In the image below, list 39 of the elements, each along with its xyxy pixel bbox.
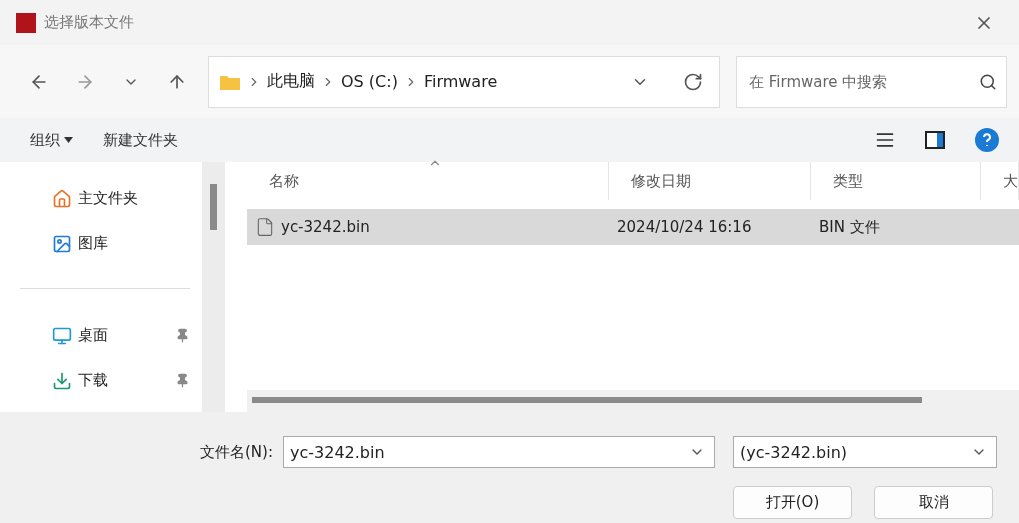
file-icon: [255, 217, 275, 237]
scrollbar-thumb[interactable]: [252, 397, 922, 403]
scrollbar-thumb[interactable]: [210, 184, 218, 230]
column-header[interactable]: 类型: [811, 162, 981, 200]
table-cell-text: BIN 文件: [818, 217, 881, 237]
breadcrumb-item[interactable]: Firmware: [423, 72, 498, 91]
file-type-dropdown[interactable]: (yc-3242.bin): [733, 436, 997, 468]
column-header[interactable]: 名称: [247, 162, 609, 200]
sidebar-item[interactable]: 主文件夹: [20, 176, 191, 221]
help-icon[interactable]: [975, 128, 999, 152]
dropdown-triangle-icon: [64, 137, 73, 143]
window-title: 选择版本文件: [44, 13, 135, 32]
filename-label: 文件名(N):: [200, 442, 273, 462]
dialog-button[interactable]: 取消: [874, 486, 993, 519]
preview-pane-icon[interactable]: [925, 131, 945, 149]
sidebar-item[interactable]: 下载: [20, 358, 191, 403]
command-button[interactable]: 新建文件夹: [103, 130, 178, 150]
breadcrumb-item[interactable]: OS (C:): [341, 72, 398, 91]
view-menu-icon[interactable]: [875, 130, 895, 150]
monitor-icon: [52, 325, 72, 346]
address-bar[interactable]: 此电脑 OS (C:) Firmware: [208, 55, 720, 108]
command-button[interactable]: 组织: [30, 130, 73, 150]
table-cell-text: 2024/10/24 16:16: [616, 218, 753, 236]
search-icon: [979, 72, 997, 91]
column-header[interactable]: 大: [981, 162, 1019, 200]
search-field[interactable]: 在 Firmware 中搜索: [736, 55, 1007, 108]
sidebar-item[interactable]: 桌面: [20, 313, 191, 358]
app-logo-icon: [16, 12, 36, 33]
image-icon: [52, 233, 72, 254]
refresh-icon[interactable]: [683, 71, 703, 92]
column-header[interactable]: 修改日期: [609, 162, 811, 200]
breadcrumb-item[interactable]: 此电脑: [267, 71, 315, 92]
file-name-cell: yc-3242.bin: [247, 217, 609, 237]
filename-field[interactable]: yc-3242.bin: [283, 436, 715, 468]
download-icon: [52, 370, 72, 391]
dialog-button[interactable]: 打开(O): [733, 486, 852, 519]
file-row[interactable]: yc-3242.bin 2024/10/24 16:16 BIN 文件: [247, 209, 1019, 245]
sidebar-item[interactable]: 图库: [20, 221, 191, 266]
house-icon: [52, 188, 72, 209]
